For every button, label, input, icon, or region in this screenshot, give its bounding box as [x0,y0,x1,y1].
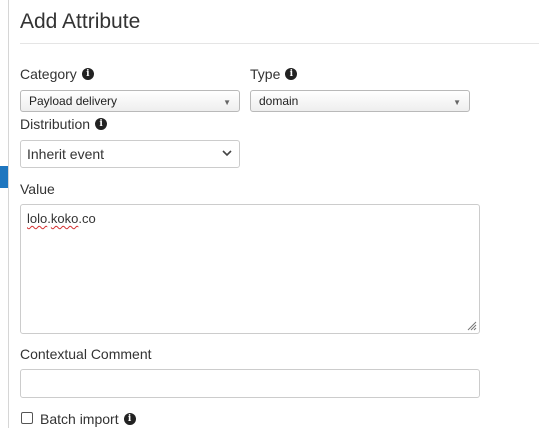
type-select-value: domain [259,94,299,108]
type-label: Type [250,66,281,82]
panel-left-border [8,0,9,428]
distribution-select[interactable]: Inherit event [20,140,240,168]
comment-label-group: Contextual Comment [20,346,152,362]
triangle-down-icon: ▼ [223,98,231,107]
title-divider [20,43,539,44]
spell-word-1: lolo [27,211,48,226]
info-circle-icon[interactable]: i [123,413,136,425]
distribution-label: Distribution [20,116,91,132]
category-select[interactable]: Payload delivery ▼ [20,90,240,112]
comment-label: Contextual Comment [20,346,152,362]
value-text: lolo.koko.co [27,211,96,226]
distribution-label-group: Distribution i [20,116,108,132]
value-textarea[interactable]: lolo.koko.co [20,204,480,334]
info-circle-icon[interactable]: i [285,68,298,80]
value-label: Value [20,181,55,197]
category-select-value: Payload delivery [29,94,118,108]
dialog-title: Add Attribute [20,10,141,33]
spell-word-2: koko [50,211,79,226]
info-circle-icon[interactable]: i [95,118,108,130]
side-accent-tab [0,166,8,188]
batch-import-label[interactable]: Batch import [40,411,119,427]
batch-label-group: Batch import i [40,411,136,427]
value-tld: .co [78,211,96,226]
info-circle-icon[interactable]: i [81,68,94,80]
comment-input[interactable] [20,369,480,398]
distribution-select-value: Inherit event [27,146,105,162]
type-label-group: Type i [250,66,298,82]
batch-import-checkbox[interactable] [21,412,33,424]
category-label: Category [20,66,77,82]
value-label-group: Value [20,181,55,197]
triangle-down-icon: ▼ [453,98,461,107]
type-select[interactable]: domain ▼ [250,90,470,112]
resize-grip-icon[interactable] [465,319,477,331]
chevron-down-icon [222,150,232,157]
category-label-group: Category i [20,66,94,82]
